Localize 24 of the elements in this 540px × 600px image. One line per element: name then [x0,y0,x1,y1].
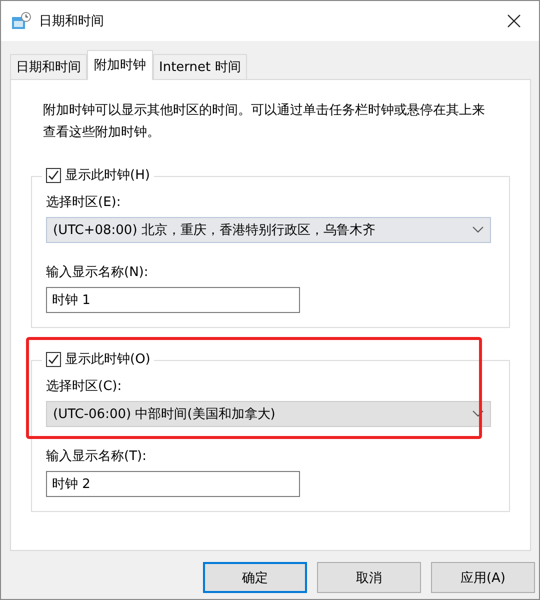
show-clock-checkbox[interactable]: 显示此时钟(H) [42,166,154,184]
tab[interactable]: Internet 时间 [153,54,247,79]
description-text: 附加时钟可以显示其他时区的时间。可以通过单击任务栏时钟或悬停在其上来查看这些附加时钟。 [43,102,486,142]
chevron-down-icon [472,410,484,418]
display-name-label: 输入显示名称(N): [46,264,150,281]
timezone-dropdown[interactable]: (UTC-06:00) 中部时间(美国和加拿大) [46,401,491,427]
check-icon [48,354,59,364]
timezone-dropdown[interactable]: (UTC+08:00) 北京，重庆，香港特别行政区，乌鲁木齐 [46,217,491,243]
timezone-label: 选择时区(C): [46,378,123,395]
chevron-down-icon [472,226,484,234]
dialog-button[interactable]: 取消 [317,562,421,593]
close-icon [507,14,521,28]
display-name-label: 输入显示名称(T): [46,448,148,465]
calendar-clock-icon [11,12,31,30]
window-title: 日期和时间 [39,13,105,30]
check-icon [48,170,59,180]
tab[interactable]: 日期和时间 [10,54,87,79]
timezone-label: 选择时区(E): [46,194,122,211]
show-clock-checkbox[interactable]: 显示此时钟(O) [42,350,154,368]
display-name-field[interactable]: 时钟 2 [46,471,300,497]
dialog-button[interactable]: 应用(A) [431,562,535,593]
dialog-button[interactable]: 确定 [203,562,307,593]
display-name-field[interactable]: 时钟 1 [46,287,300,313]
tab[interactable]: 附加时钟 [87,50,153,80]
